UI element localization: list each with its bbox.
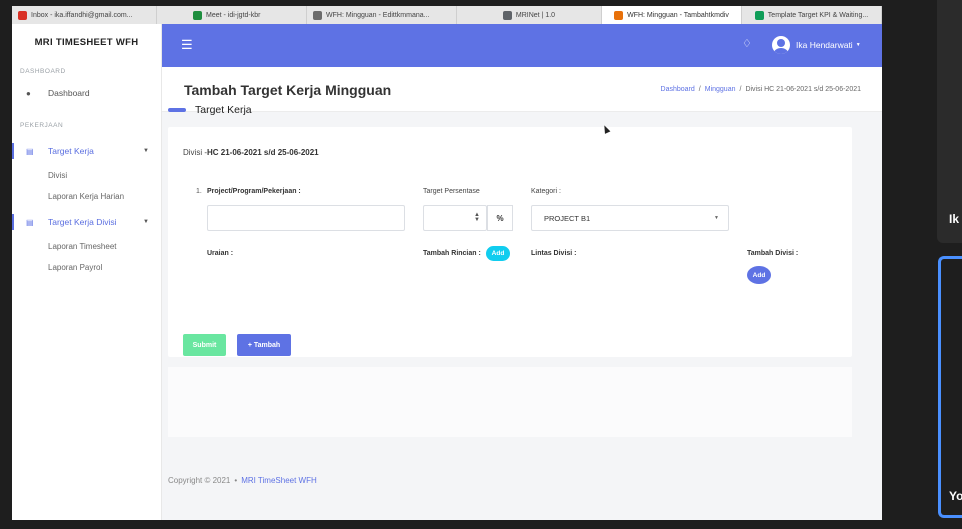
uraian-label: Uraian : xyxy=(207,250,234,257)
brand-title: MRI TIMESHEET WFH xyxy=(34,36,139,48)
target-form-card: Divisi -HC 21-06-2021 s/d 25-06-2021 1. … xyxy=(168,127,852,357)
project-input[interactable] xyxy=(207,205,405,231)
kategori-select[interactable]: PROJECT B1 ▼ xyxy=(531,205,729,231)
row-number: 1. xyxy=(196,188,202,195)
add-divisi-button[interactable]: Add xyxy=(747,266,771,284)
side-participant-highlight xyxy=(938,256,962,518)
breadcrumb: Dashboard / Mingguan / Divisi HC 21-06-2021 … xyxy=(661,86,861,93)
title-accent-bar xyxy=(168,108,186,112)
card-title: Target Kerja xyxy=(195,104,252,116)
footer-copyright: Copyright © 2021 xyxy=(168,476,231,485)
sidebar-subitem-laporan-timesheet[interactable]: Laporan Timesheet xyxy=(12,236,161,257)
breadcrumb-dashboard[interactable]: Dashboard xyxy=(661,86,695,93)
tab-title: WFH: Mingguan - Edittkmmana... xyxy=(326,11,430,19)
breadcrumb-mingguan[interactable]: Mingguan xyxy=(705,86,736,93)
percent-addon: % xyxy=(487,205,513,231)
user-menu[interactable]: Ika Hendarwati ▼ xyxy=(772,36,861,54)
sidebar-subitem-laporan-harian[interactable]: Laporan Kerja Harian xyxy=(12,186,161,207)
participant-name-fragment: Ik xyxy=(949,212,960,226)
browser-tab-meet[interactable]: Meet - idi-jgtd-kbr xyxy=(157,6,307,24)
target-percent-input[interactable]: ▲ ▼ xyxy=(423,205,487,231)
avatar xyxy=(772,36,790,54)
meet-icon xyxy=(193,10,202,20)
browser-tab-sheets[interactable]: Template Target KPI & Waiting... xyxy=(742,6,882,24)
tambah-divisi-label: Tambah Divisi : xyxy=(747,250,799,257)
card-header: Target Kerja xyxy=(168,104,252,116)
kategori-selected-value: PROJECT B1 xyxy=(544,213,591,223)
tab-title: WFH: Mingguan - Tambahtkmdiv xyxy=(627,11,729,19)
tab-title: Template Target KPI & Waiting... xyxy=(767,11,869,19)
divisi-value: HC 21-06-2021 s/d 25-06-2021 xyxy=(207,148,319,157)
footer-dot: • xyxy=(234,476,238,485)
browser-tab-gmail[interactable]: Inbox - ika.iffandhi@gmail.com... xyxy=(12,6,157,24)
lintas-divisi-label: Lintas Divisi : xyxy=(531,250,577,257)
project-label: Project/Program/Pekerjaan : xyxy=(207,188,301,195)
participant-name-fragment: Yo xyxy=(949,489,962,503)
divisi-prefix: Divisi - xyxy=(183,148,207,157)
browser-tab-wfh-edit[interactable]: WFH: Mingguan - Edittkmmana... xyxy=(307,6,457,24)
gmail-icon xyxy=(18,10,27,20)
sidebar-item-dashboard[interactable]: ● Dashboard xyxy=(12,83,161,103)
footer-app-link[interactable]: MRI TimeSheet WFH xyxy=(241,476,317,485)
sidebar-item-label: Target Kerja xyxy=(48,146,94,156)
breadcrumb-separator: / xyxy=(739,86,742,93)
breadcrumb-current: Divisi HC 21-06-2021 s/d 25-06-2021 xyxy=(745,86,861,93)
mrinet-icon xyxy=(502,10,512,20)
drop-icon: ● xyxy=(26,88,31,98)
divisi-info: Divisi -HC 21-06-2021 s/d 25-06-2021 xyxy=(183,148,319,157)
spinner-icon[interactable]: ▲ ▼ xyxy=(474,212,480,223)
empty-panel xyxy=(168,367,852,437)
sidebar-subitem-divisi[interactable]: Divisi xyxy=(12,165,161,186)
caret-down-icon: ▼ xyxy=(855,42,861,48)
tab-title: MRINet | 1.0 xyxy=(515,11,556,19)
target-label: Target Persentase xyxy=(423,188,480,195)
side-participant-panel xyxy=(937,0,962,243)
sidebar-subitem-laporan-payrol[interactable]: Laporan Payrol xyxy=(12,257,161,278)
chevron-down-icon: ▼ xyxy=(714,215,719,221)
sheets-icon xyxy=(754,10,764,20)
tab-title: Meet - idi-jgtd-kbr xyxy=(206,11,261,19)
browser-tab-mrinet[interactable]: MRINet | 1.0 xyxy=(457,6,602,24)
section-label-pekerjaan: PEKERJAAN xyxy=(20,122,64,129)
page-header: Tambah Target Kerja Mingguan Dashboard / M… xyxy=(162,67,882,112)
tab-title: Inbox - ika.iffandhi@gmail.com... xyxy=(31,11,133,19)
tambah-button[interactable]: + Tambah xyxy=(237,334,291,356)
submit-button[interactable]: Submit xyxy=(183,334,226,356)
page-icon xyxy=(313,10,322,20)
sidebar-item-target-kerja-divisi[interactable]: ▤ Target Kerja Divisi ▼ xyxy=(12,212,161,232)
browser-tab-wfh-tambah[interactable]: WFH: Mingguan - Tambahtkmdiv xyxy=(602,6,742,24)
section-label-dashboard: DASHBOARD xyxy=(20,68,66,75)
caret-down-icon: ▼ xyxy=(143,148,149,154)
add-rincian-button[interactable]: Add xyxy=(486,246,510,261)
footer: Copyright © 2021 • MRI TimeSheet WFH xyxy=(168,476,317,485)
browser-tab-strip: Inbox - ika.iffandhi@gmail.com... Meet -… xyxy=(12,6,882,24)
sidebar-item-target-kerja[interactable]: ▤ Target Kerja ▼ xyxy=(12,141,161,161)
kategori-label: Kategori : xyxy=(531,188,561,195)
top-navbar: ☰ ♢ Ika Hendarwati ▼ xyxy=(162,24,882,67)
page-icon xyxy=(614,10,624,20)
breadcrumb-separator: / xyxy=(698,86,701,93)
page-title: Tambah Target Kerja Mingguan xyxy=(184,82,392,98)
table-icon: ▤ xyxy=(26,217,34,227)
sidebar-item-label: Target Kerja Divisi xyxy=(48,217,117,227)
menu-toggle-icon[interactable]: ☰ xyxy=(181,37,193,53)
user-name: Ika Hendarwati xyxy=(796,40,853,50)
bell-icon[interactable]: ♢ xyxy=(742,37,752,50)
sidebar: MRI TIMESHEET WFH DASHBOARD ● Dashboard … xyxy=(12,24,162,520)
sidebar-item-label: Dashboard xyxy=(48,88,90,98)
table-icon: ▤ xyxy=(26,146,34,156)
tambah-rincian-label: Tambah Rincian : xyxy=(423,250,481,257)
caret-down-icon: ▼ xyxy=(143,219,149,225)
